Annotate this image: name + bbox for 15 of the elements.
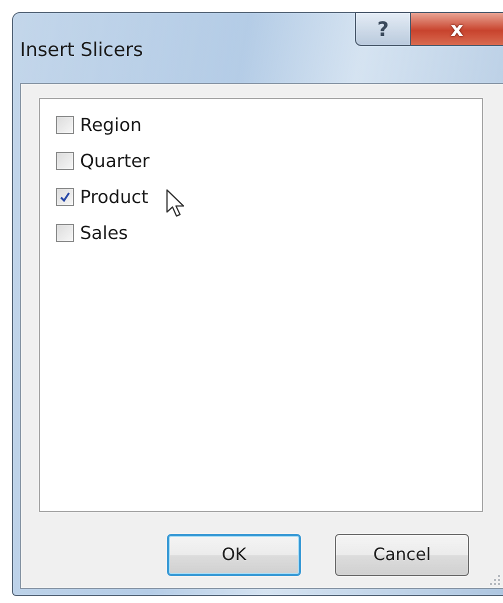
dialog-button[interactable]: Cancel bbox=[335, 534, 469, 576]
help-button[interactable]: ? bbox=[355, 12, 411, 46]
checkbox[interactable] bbox=[56, 116, 74, 134]
checkbox[interactable] bbox=[56, 152, 74, 170]
checkbox-label[interactable]: Product bbox=[80, 186, 148, 208]
checkbox-label[interactable]: Sales bbox=[80, 222, 128, 244]
checkbox[interactable] bbox=[56, 188, 74, 206]
checkbox[interactable] bbox=[56, 224, 74, 242]
checkmark-icon bbox=[59, 191, 71, 203]
dialog-button[interactable]: OK bbox=[167, 534, 301, 576]
checkbox-label[interactable]: Region bbox=[80, 114, 142, 136]
window-title: Insert Slicers bbox=[20, 39, 143, 61]
close-button[interactable]: x bbox=[411, 12, 503, 46]
resize-grip-icon[interactable] bbox=[489, 574, 501, 586]
checkbox-label[interactable]: Quarter bbox=[80, 150, 150, 172]
